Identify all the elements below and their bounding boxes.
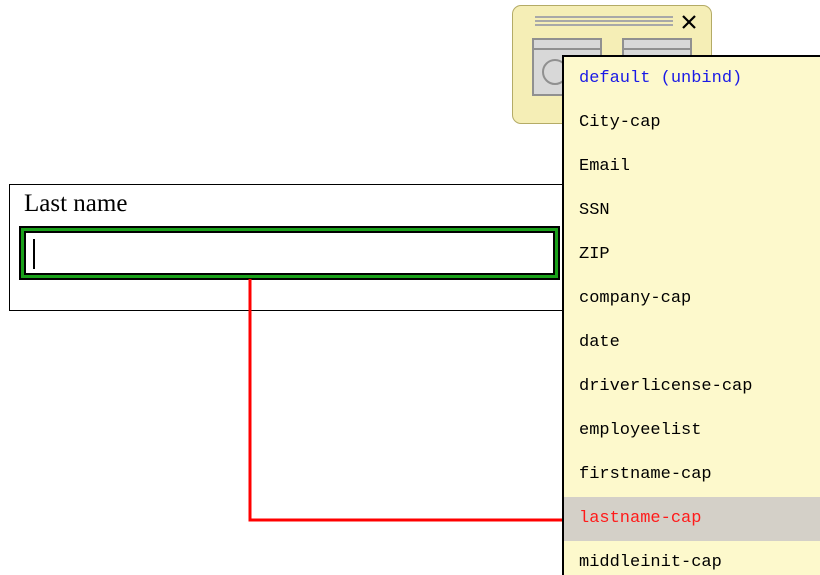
dropdown-item-driverlicense-cap[interactable]: driverlicense-cap (564, 365, 820, 409)
text-caret (33, 239, 35, 269)
dropdown-item-city-cap[interactable]: City-cap (564, 101, 820, 145)
last-name-field-box: Last name (9, 184, 569, 311)
dropdown-item-firstname-cap[interactable]: firstname-cap (564, 453, 820, 497)
dropdown-item-employeelist[interactable]: employeelist (564, 409, 820, 453)
binding-dropdown-list[interactable]: default (unbind) City-cap Email SSN ZIP … (562, 55, 820, 575)
close-icon[interactable] (679, 12, 699, 32)
last-name-input[interactable] (24, 231, 555, 275)
dropdown-item-lastname-cap[interactable]: lastname-cap (564, 497, 820, 541)
field-label: Last name (24, 190, 128, 217)
dropdown-item-default-unbind[interactable]: default (unbind) (564, 57, 820, 101)
dropdown-item-email[interactable]: Email (564, 145, 820, 189)
dropdown-item-middleinit-cap[interactable]: middleinit-cap (564, 541, 820, 575)
last-name-input-highlight[interactable] (19, 226, 560, 280)
dropdown-item-ssn[interactable]: SSN (564, 189, 820, 233)
dropdown-item-zip[interactable]: ZIP (564, 233, 820, 277)
dropdown-item-date[interactable]: date (564, 321, 820, 365)
dropdown-item-company-cap[interactable]: company-cap (564, 277, 820, 321)
